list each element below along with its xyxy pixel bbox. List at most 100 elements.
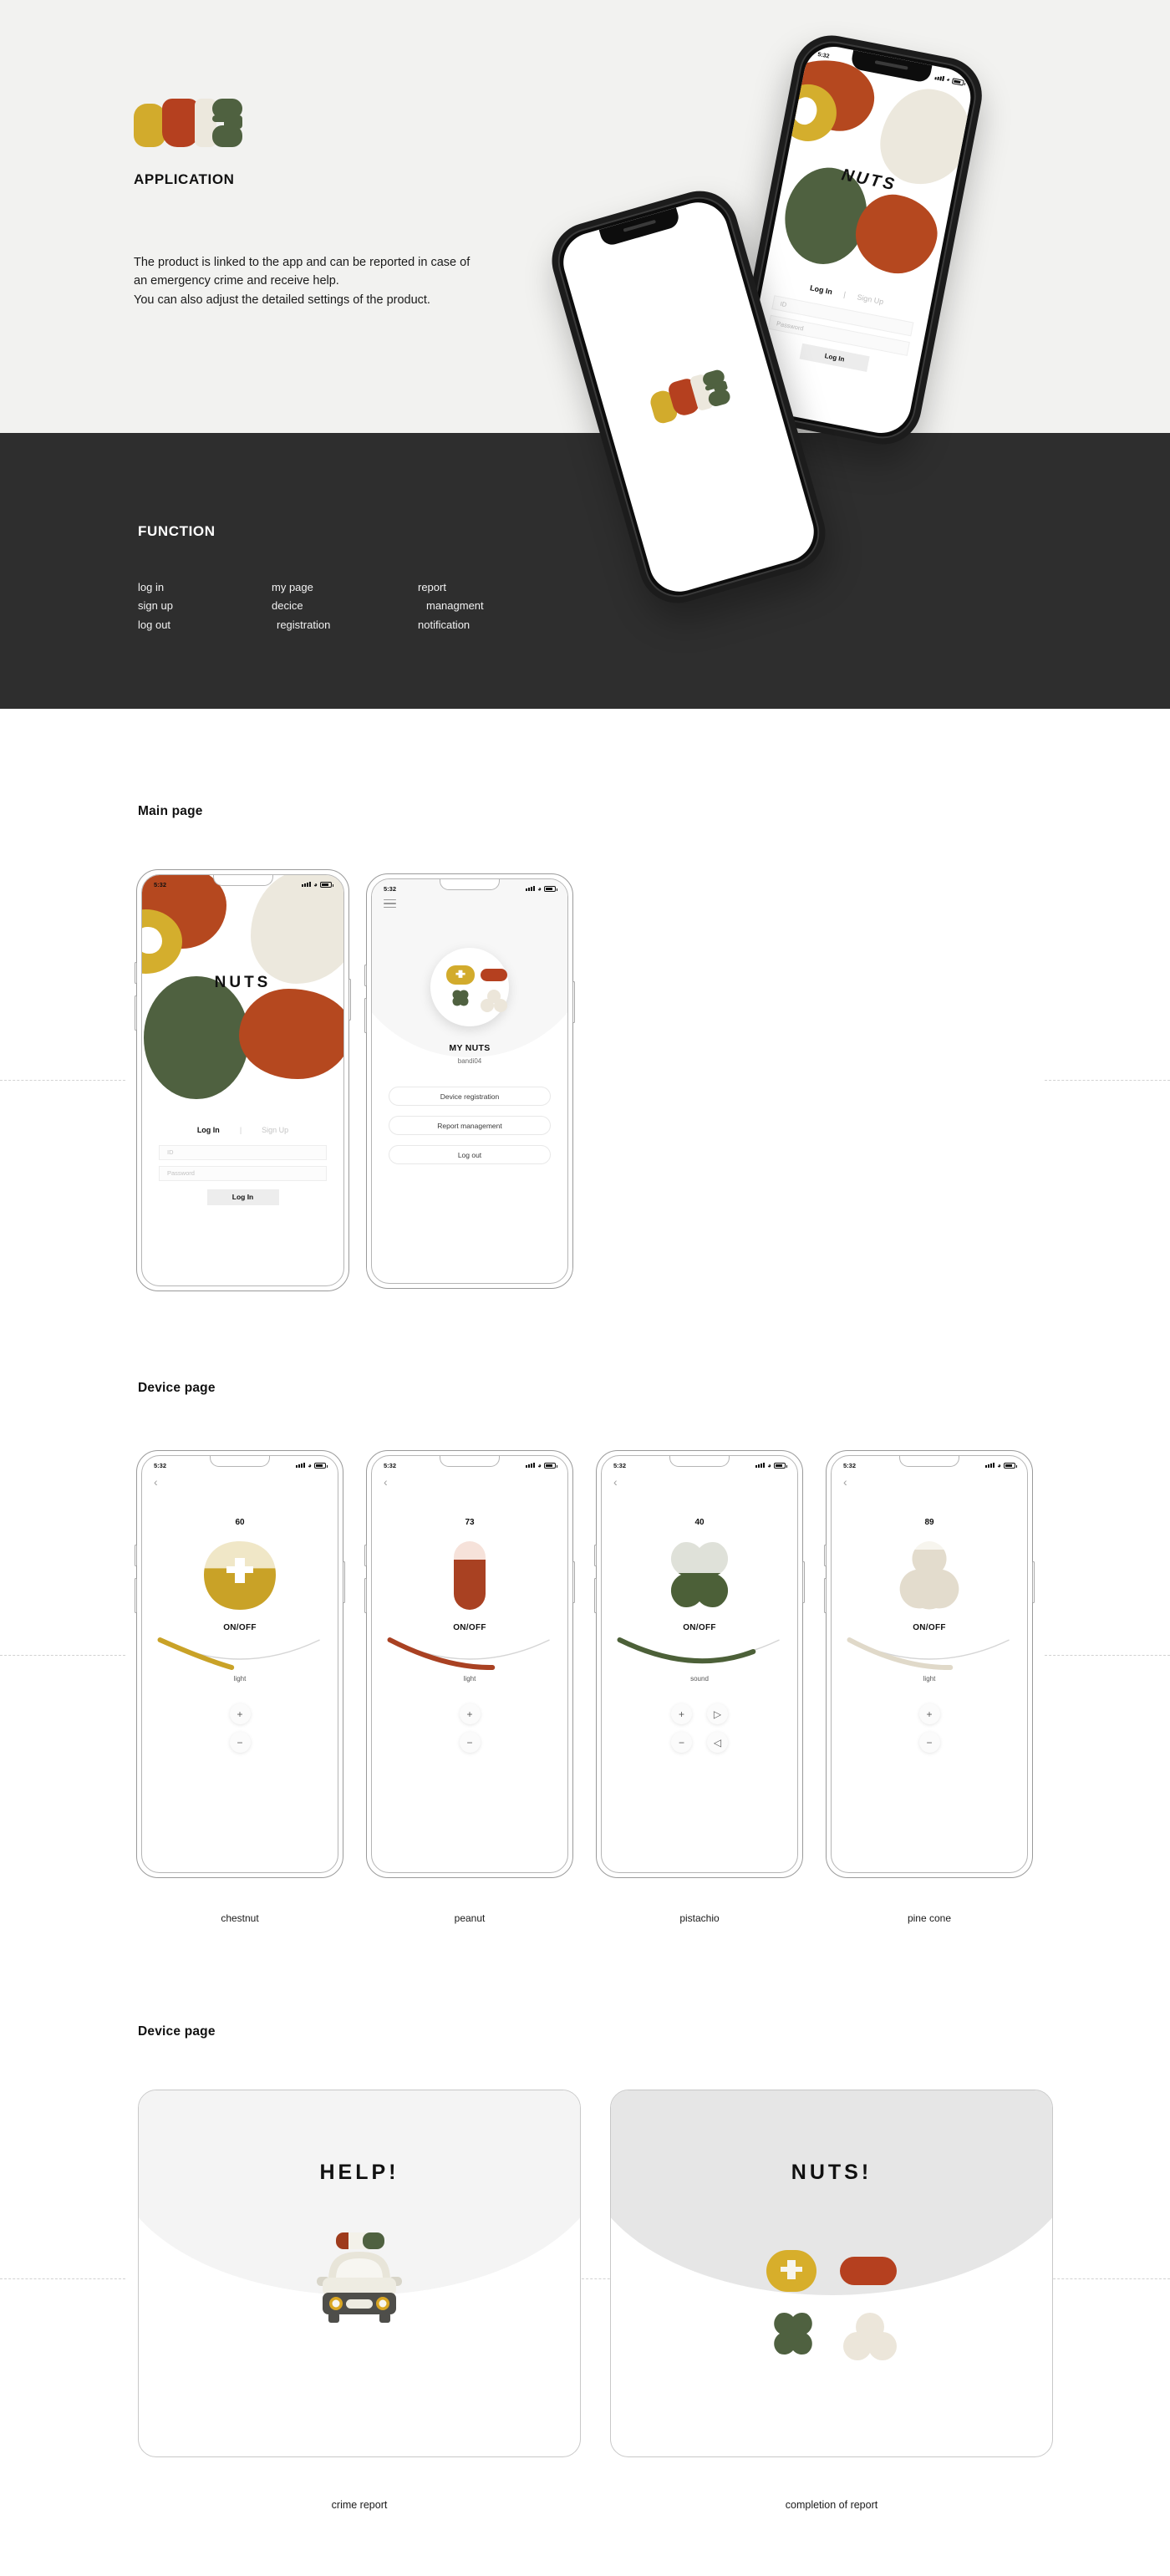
previous-button[interactable]: ◁ — [707, 1732, 728, 1753]
decrease-button[interactable]: − — [459, 1732, 481, 1753]
hero-phone-mockups: 5:32 ◕ NUTS Log In | Sign Up ID Password… — [501, 28, 1170, 836]
wifi-icon: ◕ — [945, 76, 951, 84]
password-field[interactable]: Password — [159, 1165, 327, 1181]
back-icon[interactable]: ‹ — [843, 1476, 847, 1488]
section-title-device-page: Device page — [138, 1381, 216, 1395]
signal-icon — [526, 886, 536, 891]
pistachio-icon — [452, 990, 469, 1006]
profile-actions: Device registration Report management Lo… — [372, 1087, 567, 1174]
device-phone-pistachio: 5:32 ◕ ‹ 40 ON/OFF sound + ▷ − ◁ — [594, 1450, 805, 1878]
pine-cone-icon — [843, 2313, 897, 2360]
signal-icon — [296, 1463, 306, 1468]
avatar — [430, 948, 509, 1026]
function-item: decice — [272, 599, 303, 613]
decrease-button[interactable]: − — [918, 1732, 940, 1753]
police-car-icon — [297, 2229, 422, 2329]
main-phone-login: 5:32 ◕ NUTS Log In | Sign Up ID Password — [135, 869, 351, 1291]
slider-label: light — [233, 1675, 247, 1683]
function-column-1: log in sign up log out — [138, 578, 272, 634]
onoff-label[interactable]: ON/OFF — [832, 1623, 1027, 1632]
login-button[interactable]: Log In — [799, 343, 870, 373]
report-card-crime[interactable]: HELP! — [138, 2090, 581, 2457]
signal-icon — [526, 1463, 536, 1468]
device-value: 60 — [235, 1518, 245, 1527]
wifi-icon: ◕ — [537, 1461, 542, 1469]
function-item: registration — [277, 618, 331, 631]
function-column-2: my page decice registration — [272, 578, 418, 634]
nuts-logo — [134, 99, 242, 150]
report-management-button[interactable]: Report management — [389, 1116, 551, 1135]
device-caption: peanut — [454, 1912, 486, 1924]
wifi-icon: ◕ — [313, 880, 318, 888]
decrease-button[interactable]: − — [229, 1732, 251, 1753]
hero-description: The product is linked to the app and can… — [134, 256, 471, 307]
chestnut-shape[interactable] — [201, 1540, 279, 1611]
device-phone-peanut: 5:32 ◕ ‹ 73 ON/OFF light + − — [364, 1450, 575, 1878]
profile-username: bandi04 — [457, 1057, 482, 1065]
card-title: HELP! — [319, 2161, 399, 2184]
back-icon[interactable]: ‹ — [384, 1476, 388, 1488]
status-time: 5:32 — [613, 1461, 627, 1469]
login-button[interactable]: Log In — [206, 1189, 279, 1205]
tab-signup[interactable]: Sign Up — [857, 293, 884, 306]
battery-icon — [1004, 1462, 1017, 1469]
wifi-icon: ◕ — [537, 884, 542, 893]
slider-arc[interactable] — [832, 1635, 1027, 1671]
increase-button[interactable]: + — [459, 1703, 481, 1724]
control-pads: + ▷ − ◁ — [602, 1703, 797, 1753]
onoff-label[interactable]: ON/OFF — [142, 1623, 338, 1632]
device-value: 89 — [924, 1518, 934, 1527]
tab-login[interactable]: Log In — [809, 283, 832, 296]
increase-button[interactable]: + — [918, 1703, 940, 1724]
menu-icon[interactable] — [384, 899, 396, 910]
report-card-completion[interactable]: NUTS! — [610, 2090, 1053, 2457]
slider-arc[interactable] — [602, 1635, 797, 1670]
battery-icon — [320, 881, 333, 888]
onoff-label[interactable]: ON/OFF — [372, 1623, 567, 1632]
pine-cone-shape[interactable] — [890, 1540, 969, 1611]
decrease-button[interactable]: − — [671, 1732, 692, 1753]
device-value: 73 — [465, 1518, 475, 1527]
slider-label: light — [463, 1675, 476, 1683]
status-time: 5:32 — [384, 1461, 397, 1469]
back-icon[interactable]: ‹ — [613, 1476, 618, 1488]
chestnut-icon — [766, 2250, 816, 2292]
tab-login[interactable]: Log In — [197, 1126, 220, 1134]
main-phone-profile: 5:32 ◕ MY NUTS bandi04 Device registrati… — [364, 873, 575, 1289]
control-pads: + − — [142, 1703, 338, 1753]
wifi-icon: ◕ — [767, 1461, 771, 1469]
peanut-shape[interactable] — [430, 1540, 509, 1611]
profile-title: MY NUTS — [449, 1043, 491, 1053]
report-caption: completion of report — [785, 2499, 878, 2511]
chestnut-icon — [446, 965, 475, 985]
wifi-icon: ◕ — [997, 1461, 1001, 1469]
tab-signup[interactable]: Sign Up — [262, 1126, 288, 1134]
increase-button[interactable]: + — [229, 1703, 251, 1724]
battery-icon — [774, 1462, 787, 1469]
decorative-blobs — [142, 875, 343, 1122]
slider-arc[interactable] — [142, 1635, 338, 1670]
logout-button[interactable]: Log out — [389, 1145, 551, 1164]
brand-wordmark: NUTS — [214, 973, 272, 991]
card-title: NUTS! — [791, 2161, 872, 2184]
device-registration-button[interactable]: Device registration — [389, 1087, 551, 1106]
device-phone-chestnut: 5:32 ◕ ‹ 60 ON/OFF light + − — [135, 1450, 345, 1878]
pistachio-shape[interactable] — [660, 1540, 739, 1611]
onoff-label[interactable]: ON/OFF — [602, 1623, 797, 1632]
function-heading: FUNCTION — [138, 523, 216, 539]
page-title: APPLICATION — [134, 171, 235, 187]
function-columns: log in sign up log out my page decice re… — [138, 578, 552, 634]
increase-button[interactable]: + — [671, 1703, 692, 1724]
guide-line — [0, 1655, 125, 1656]
back-icon[interactable]: ‹ — [154, 1476, 158, 1488]
guide-line — [1045, 1080, 1170, 1081]
status-time: 5:32 — [843, 1461, 857, 1469]
guide-line — [0, 1080, 125, 1081]
device-phone-pine-cone: 5:32 ◕ ‹ 89 ON/OFF light + − — [824, 1450, 1035, 1878]
slider-arc[interactable] — [372, 1635, 567, 1671]
next-button[interactable]: ▷ — [707, 1703, 728, 1724]
battery-icon — [314, 1462, 328, 1469]
function-item: log out — [138, 618, 171, 631]
id-field[interactable]: ID — [159, 1144, 327, 1160]
slider-label: light — [923, 1675, 936, 1683]
